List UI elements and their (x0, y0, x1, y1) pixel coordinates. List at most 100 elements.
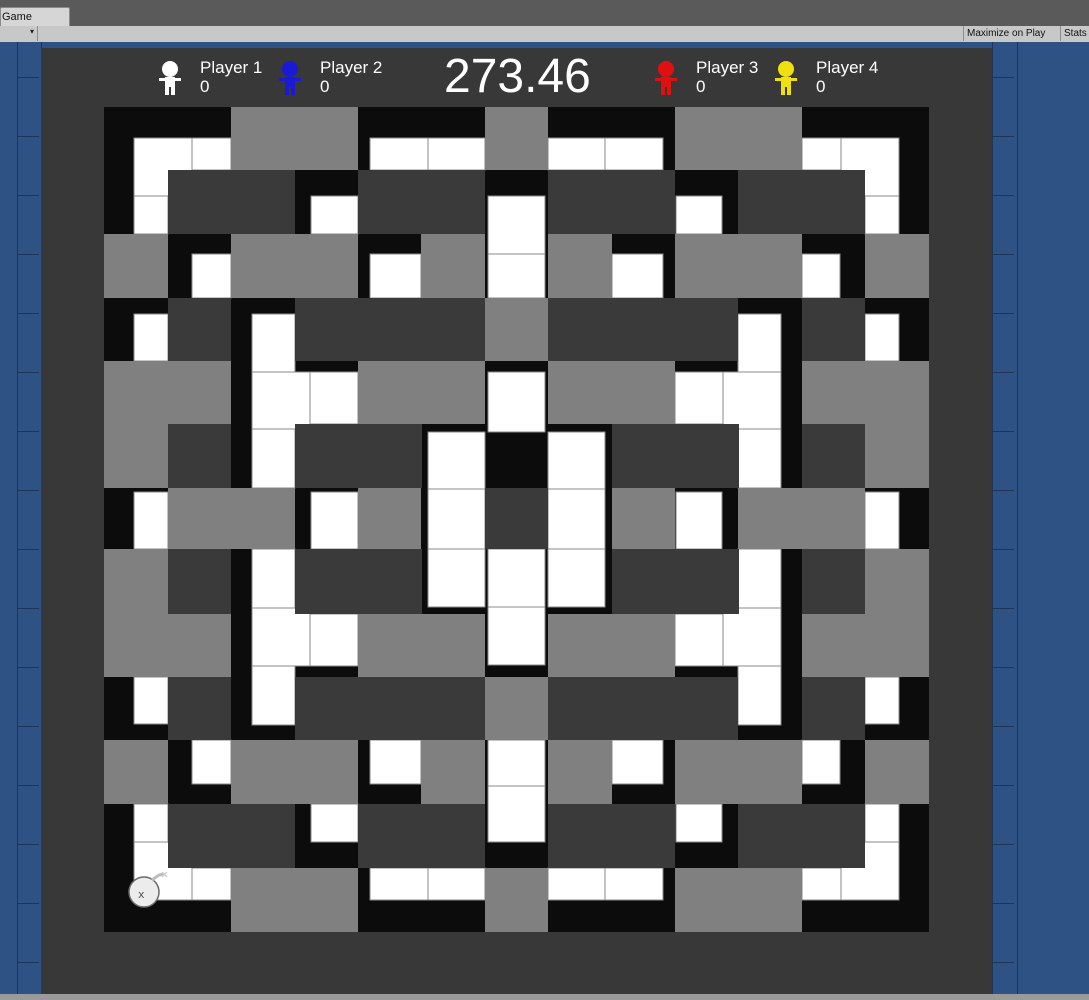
tab-game[interactable]: Game (0, 7, 70, 26)
grid-line (992, 903, 1014, 904)
wall-block (295, 549, 422, 614)
floor-tile (722, 371, 782, 430)
floor-tile (737, 313, 782, 373)
wall-block (612, 549, 739, 614)
wall-block (168, 298, 231, 361)
floor-tile (801, 867, 842, 901)
floor-tile (487, 548, 546, 608)
crate-block (865, 234, 929, 298)
floor-tile (675, 491, 723, 550)
grid-line (992, 962, 1014, 963)
floor-tile (427, 488, 486, 550)
floor-tile (737, 428, 782, 489)
wall-block (612, 424, 739, 488)
grid-line (17, 490, 39, 491)
crate-block (675, 234, 802, 298)
wall-block (168, 677, 231, 740)
display-dropdown[interactable]: ▾ (0, 26, 38, 41)
grid-line (992, 372, 1014, 373)
player-4-name: Player 4 (816, 58, 879, 77)
floor-tile (251, 548, 296, 609)
maximize-on-play-button[interactable]: Maximize on Play (963, 26, 1062, 41)
floor-tile (251, 428, 296, 489)
crate-block (485, 677, 548, 740)
grid-line (17, 726, 39, 727)
wall-block (168, 549, 231, 614)
floor-tile (251, 313, 296, 373)
player-3-score: 0 (696, 77, 706, 96)
crate-block (675, 740, 802, 804)
floor-tile (547, 431, 606, 490)
floor-tile (487, 606, 546, 666)
wall-block (802, 677, 865, 740)
floor-tile (864, 313, 900, 362)
grid-line (17, 195, 39, 196)
crate-block (548, 234, 612, 298)
crate-block (231, 107, 358, 170)
wall-block (548, 170, 675, 234)
floor-tile (487, 371, 546, 433)
wall-block (738, 804, 865, 868)
floor-tile (251, 665, 296, 726)
grid-line (992, 667, 1014, 668)
editor-bottom-strip (0, 994, 1089, 1000)
crate-block (802, 614, 929, 677)
crate-block (421, 234, 485, 298)
crate-block (104, 424, 168, 488)
game-board (104, 107, 929, 932)
floor-tile (133, 803, 169, 843)
round-timer: 273.46 (444, 50, 591, 103)
floor-tile (310, 195, 359, 235)
grid-line (992, 608, 1014, 609)
grid-line (17, 42, 18, 994)
player-1-name: Player 1 (200, 58, 263, 77)
grid-line (992, 254, 1014, 255)
player-icon (775, 61, 797, 95)
crate-block (548, 361, 675, 424)
grid-line (17, 313, 39, 314)
crate-block (168, 488, 295, 549)
wall-block (802, 549, 865, 614)
wall-block (358, 804, 485, 868)
floor-tile (191, 739, 232, 785)
wall-block (295, 298, 485, 361)
grid-line (992, 42, 993, 994)
floor-tile (604, 137, 664, 171)
crate-block (865, 424, 929, 488)
floor-tile (369, 253, 422, 299)
wall-block (548, 677, 738, 740)
bomb-icon: x (128, 871, 168, 908)
stats-button[interactable]: Stats (1060, 26, 1089, 41)
floor-tile (737, 665, 782, 726)
crate-block (104, 361, 231, 424)
floor-tile (801, 739, 841, 785)
grid-line (17, 962, 39, 963)
chevron-down-icon: ▾ (29, 27, 34, 36)
crate-block (738, 488, 865, 549)
svg-text:x: x (138, 888, 145, 901)
floor-tile (427, 431, 486, 490)
floor-tile (675, 195, 723, 235)
crate-block (548, 614, 675, 677)
floor-tile (675, 803, 723, 843)
player-2-name: Player 2 (320, 58, 383, 77)
grid-line (992, 431, 1014, 432)
floor-tile (864, 676, 900, 725)
grid-line (992, 195, 1014, 196)
floor-tile (611, 253, 664, 299)
wall-block (485, 488, 548, 549)
floor-tile (547, 548, 606, 608)
crate-block (548, 740, 612, 804)
floor-tile (801, 253, 841, 299)
player-3-name: Player 3 (696, 58, 759, 77)
floor-tile (547, 137, 606, 171)
floor-tile (369, 867, 429, 901)
wall-block (738, 170, 865, 234)
floor-tile (427, 867, 486, 901)
wall-block (295, 424, 422, 488)
crate-block (104, 549, 168, 614)
grid-line (17, 608, 39, 609)
crate-block (104, 740, 168, 804)
floor-tile (487, 195, 546, 255)
grid-line (17, 136, 39, 137)
